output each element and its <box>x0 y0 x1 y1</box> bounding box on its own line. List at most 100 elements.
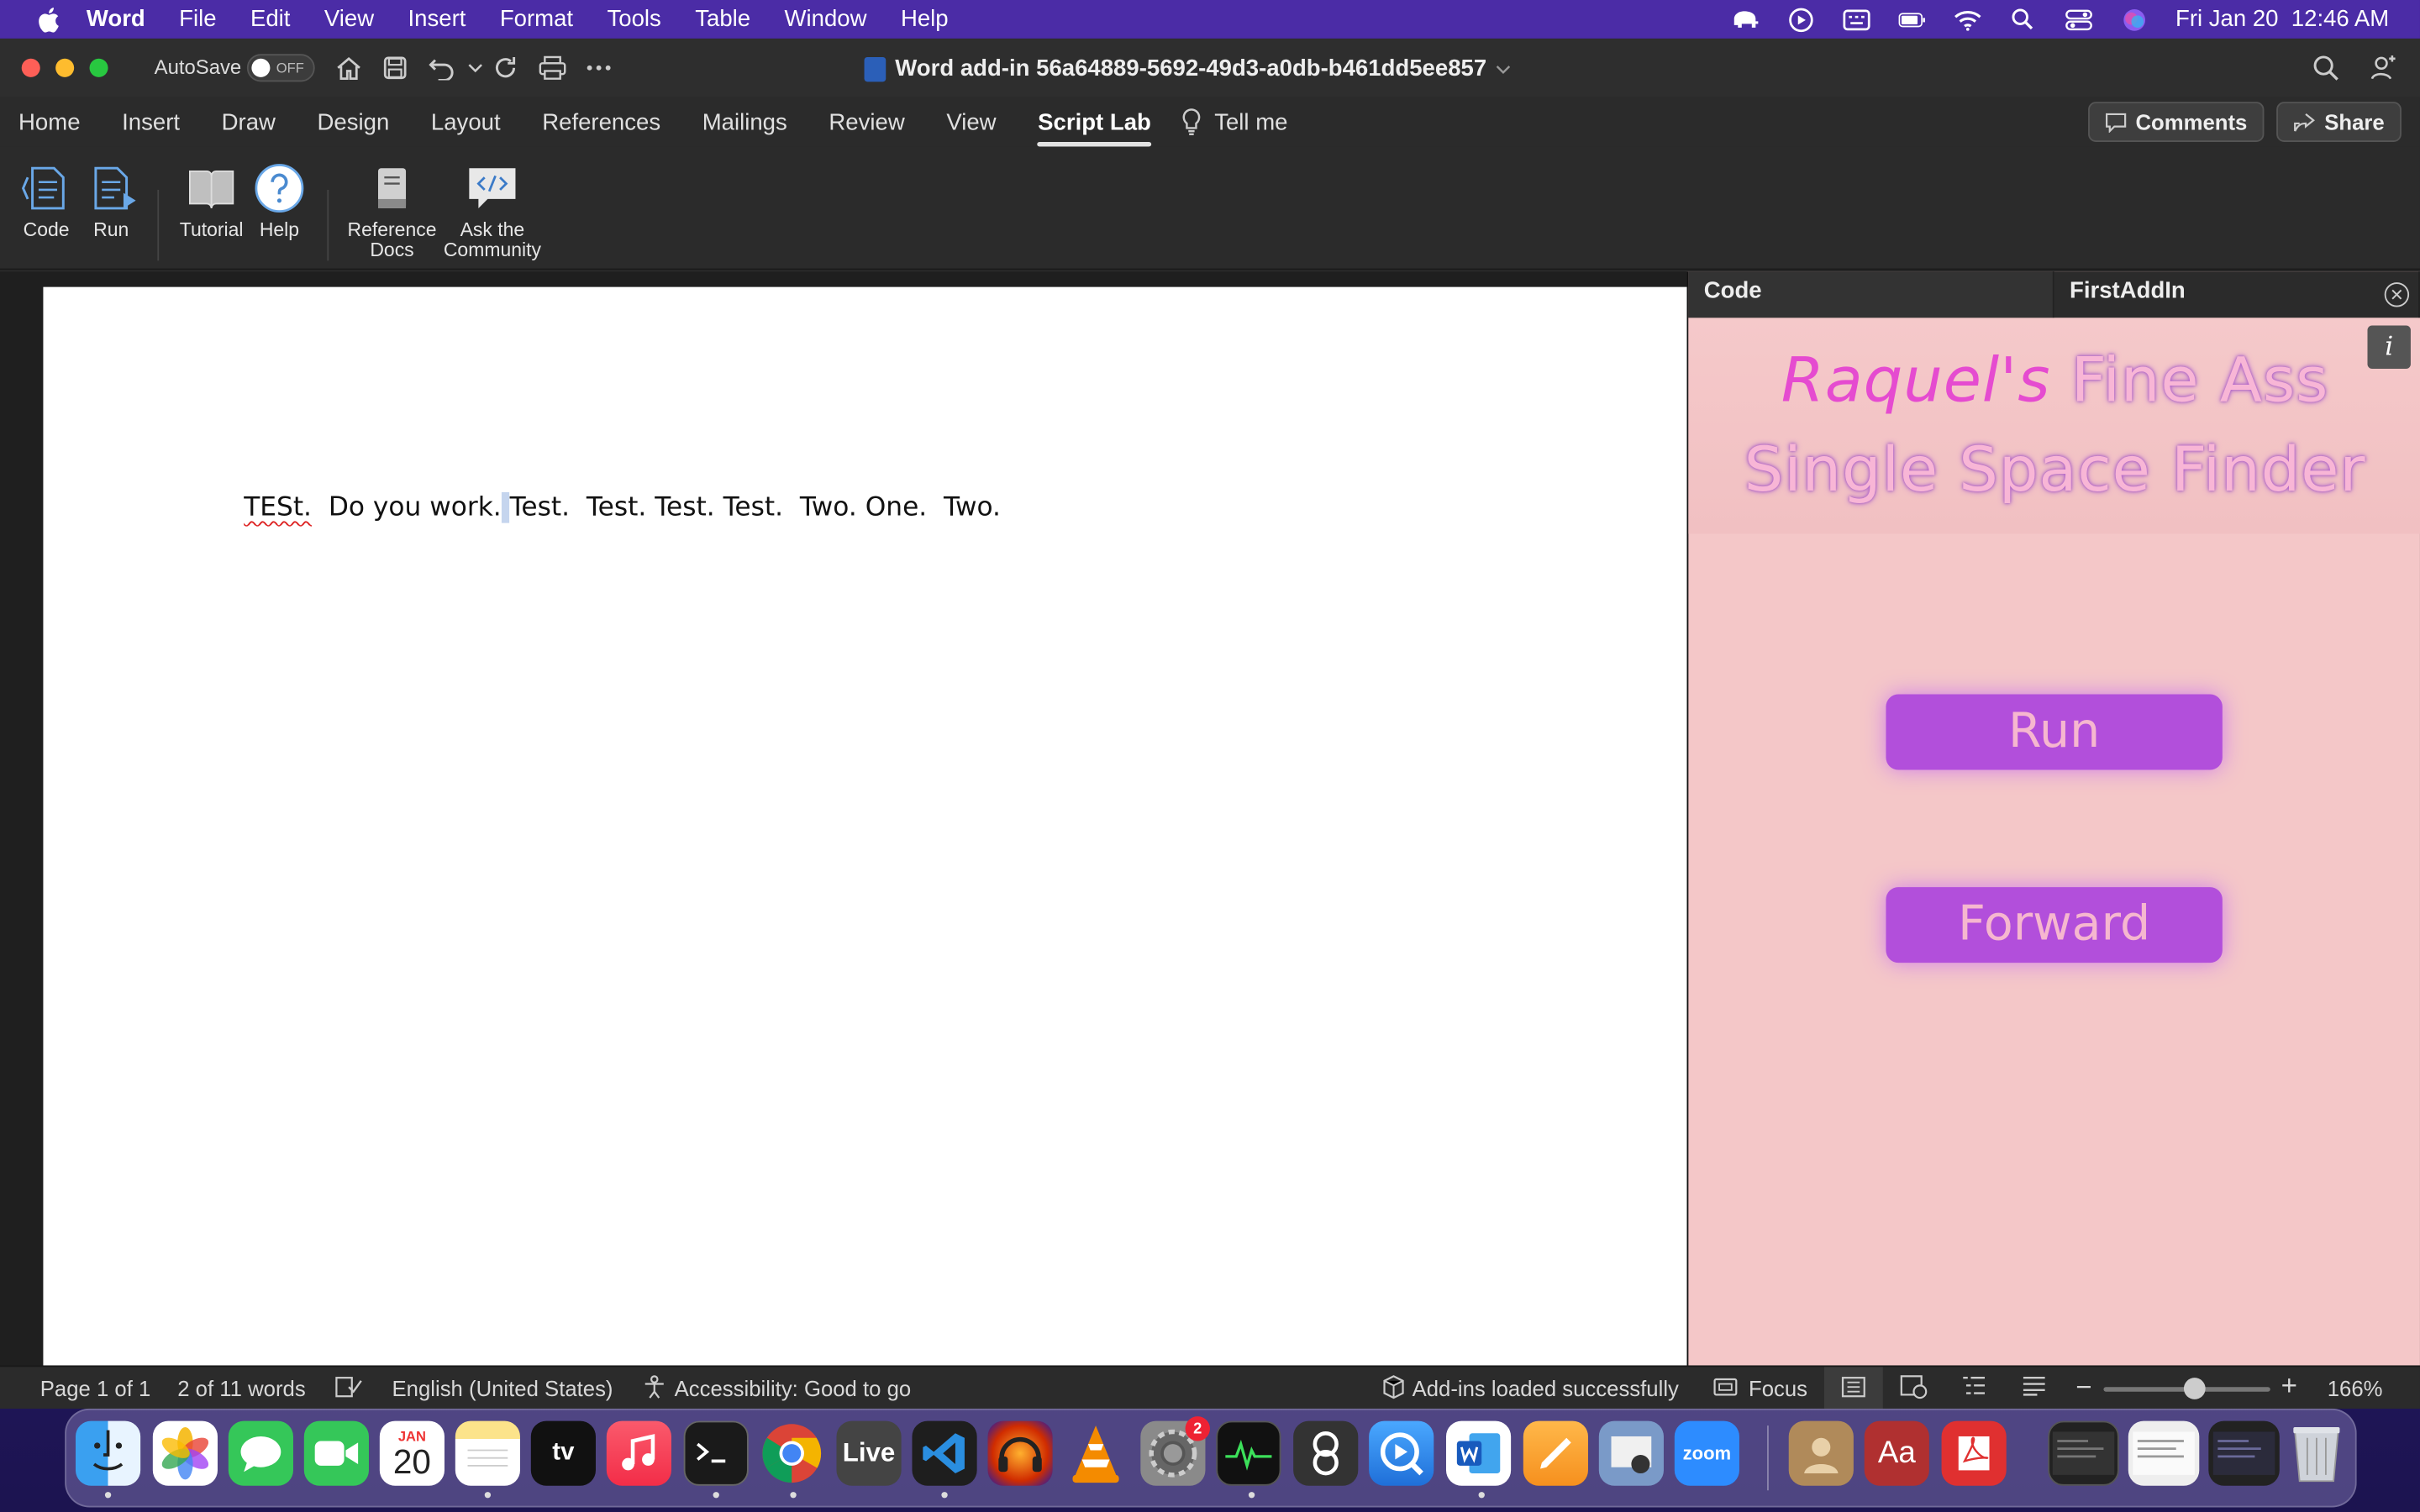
word-count[interactable]: 2 of 11 words <box>177 1376 305 1400</box>
keyboard-icon[interactable] <box>1842 8 1870 30</box>
menu-format[interactable]: Format <box>500 6 573 32</box>
menu-window[interactable]: Window <box>785 6 867 32</box>
ableton-live-icon[interactable]: Live <box>836 1420 902 1486</box>
print-layout-view-button[interactable] <box>1823 1367 1883 1409</box>
apple-tv-icon[interactable]: tv <box>530 1420 596 1486</box>
language-status[interactable]: English (United States) <box>392 1376 613 1400</box>
facetime-icon[interactable] <box>303 1420 369 1486</box>
tutorial-ribbon-button[interactable]: Tutorial <box>176 162 246 241</box>
dictionary-icon[interactable]: Aa <box>1864 1420 1929 1486</box>
contacts-icon[interactable] <box>1788 1420 1854 1486</box>
proofing-icon[interactable] <box>335 1374 363 1404</box>
zoom-in-button[interactable]: + <box>2281 1370 2297 1403</box>
more-options-icon[interactable] <box>583 54 614 81</box>
undo-icon[interactable] <box>426 54 457 81</box>
ask-community-ribbon-button[interactable]: Ask the Community <box>441 162 543 261</box>
tab-script-lab[interactable]: Script Lab <box>1038 102 1152 146</box>
focus-mode-button[interactable]: Focus <box>1749 1376 1807 1400</box>
menu-file[interactable]: File <box>179 6 216 32</box>
word-icon[interactable] <box>1445 1420 1512 1486</box>
close-pane-icon[interactable]: ✕ <box>2384 282 2410 307</box>
reference-docs-ribbon-button[interactable]: Reference Docs <box>345 162 438 261</box>
menu-view[interactable]: View <box>324 6 374 32</box>
tab-home[interactable]: Home <box>18 102 80 141</box>
draft-view-button[interactable] <box>2022 1374 2046 1400</box>
info-icon[interactable]: i <box>2367 325 2411 369</box>
close-window-button[interactable] <box>21 58 40 77</box>
menu-insert[interactable]: Insert <box>408 6 466 32</box>
search-icon[interactable] <box>2312 54 2339 89</box>
tab-mailings[interactable]: Mailings <box>702 102 787 141</box>
tab-layout[interactable]: Layout <box>431 102 501 141</box>
obs-icon[interactable] <box>1293 1420 1359 1486</box>
tab-review[interactable]: Review <box>829 102 904 141</box>
messages-icon[interactable] <box>228 1420 293 1486</box>
vlc-icon[interactable] <box>1063 1421 1128 1486</box>
play-circle-icon[interactable] <box>1786 7 1814 32</box>
document-title[interactable]: Word add-in 56a64889-5692-49d3-a0db-b461… <box>864 55 1512 81</box>
minimized-window-thumbnail[interactable] <box>2208 1420 2280 1486</box>
addins-status[interactable]: Add-ins loaded successfully <box>1413 1376 1679 1400</box>
comments-button[interactable]: Comments <box>2087 102 2265 142</box>
web-layout-view-button[interactable] <box>1900 1374 1928 1404</box>
save-icon[interactable] <box>380 54 411 81</box>
tab-pane-firstaddin[interactable]: FirstAddIn <box>2054 271 2420 318</box>
system-preferences-icon[interactable]: 2 <box>1140 1416 1210 1486</box>
spotlight-search-icon[interactable] <box>2009 8 2037 30</box>
zoom-slider-knob[interactable] <box>2183 1378 2206 1399</box>
print-icon[interactable] <box>537 54 568 81</box>
accessibility-status[interactable]: Accessibility: Good to go <box>675 1376 912 1400</box>
tab-view[interactable]: View <box>946 102 996 141</box>
menubar-clock[interactable]: Fri Jan 20 12:46 AM <box>2175 6 2389 32</box>
autosave-toggle[interactable]: OFF <box>246 54 315 82</box>
control-center-icon[interactable] <box>2065 8 2092 30</box>
app-menu-word[interactable]: Word <box>87 6 145 32</box>
misspelled-word[interactable]: TESt. <box>244 492 312 523</box>
quicktime-icon[interactable] <box>1369 1420 1434 1486</box>
share-button[interactable]: Share <box>2276 102 2402 142</box>
trash-icon[interactable] <box>2284 1421 2349 1486</box>
zoom-slider[interactable] <box>2103 1378 2270 1399</box>
music-icon[interactable] <box>606 1420 671 1486</box>
chrome-icon[interactable] <box>760 1421 824 1486</box>
acrobat-icon[interactable] <box>1941 1420 2007 1486</box>
calendar-icon[interactable]: JAN 20 <box>379 1420 445 1486</box>
activity-monitor-icon[interactable] <box>1216 1420 1281 1486</box>
help-ribbon-button[interactable]: Help <box>253 162 305 241</box>
run-button[interactable]: Run <box>1886 694 2223 770</box>
menu-help[interactable]: Help <box>901 6 949 32</box>
zoom-window-button[interactable] <box>89 58 108 77</box>
battery-icon[interactable] <box>1897 8 1925 30</box>
pages-icon[interactable] <box>1523 1420 1588 1486</box>
code-ribbon-button[interactable]: Code <box>18 162 74 241</box>
tab-pane-code[interactable]: Code <box>1688 271 2054 318</box>
photos-icon[interactable] <box>152 1420 218 1486</box>
share-people-icon[interactable] <box>2370 54 2398 89</box>
minimize-window-button[interactable] <box>55 58 75 77</box>
tab-draw[interactable]: Draw <box>222 102 276 141</box>
minimized-window-thumbnail[interactable] <box>2048 1420 2119 1486</box>
run-ribbon-button[interactable]: Run <box>87 162 136 241</box>
undo-dropdown-chevron-icon[interactable] <box>460 54 491 81</box>
page-count[interactable]: Page 1 of 1 <box>40 1376 151 1400</box>
wifi-icon[interactable] <box>1954 8 1981 30</box>
home-icon[interactable] <box>334 54 365 81</box>
tab-insert[interactable]: Insert <box>122 102 180 141</box>
forward-button[interactable]: Forward <box>1886 887 2223 963</box>
preview-icon[interactable] <box>1598 1420 1664 1486</box>
tell-me-search[interactable]: Tell me <box>1181 108 1287 136</box>
menu-table[interactable]: Table <box>695 6 750 32</box>
tab-design[interactable]: Design <box>318 102 390 141</box>
document-page[interactable]: TESt. Do you work. Test. Test. Test. Tes… <box>43 286 1687 1366</box>
minimized-window-thumbnail[interactable] <box>2128 1420 2200 1486</box>
tab-references[interactable]: References <box>542 102 660 141</box>
menu-tools[interactable]: Tools <box>608 6 661 32</box>
document-body-text[interactable]: TESt. Do you work. Test. Test. Test. Tes… <box>244 491 1001 523</box>
finder-icon[interactable] <box>75 1420 141 1486</box>
terminal-icon[interactable] <box>683 1420 749 1486</box>
menu-edit[interactable]: Edit <box>250 6 290 32</box>
outline-view-button[interactable] <box>1961 1374 1986 1400</box>
elephant-icon[interactable] <box>1731 8 1759 30</box>
zoom-out-button[interactable]: − <box>2075 1372 2091 1404</box>
redo-icon[interactable] <box>491 54 522 81</box>
